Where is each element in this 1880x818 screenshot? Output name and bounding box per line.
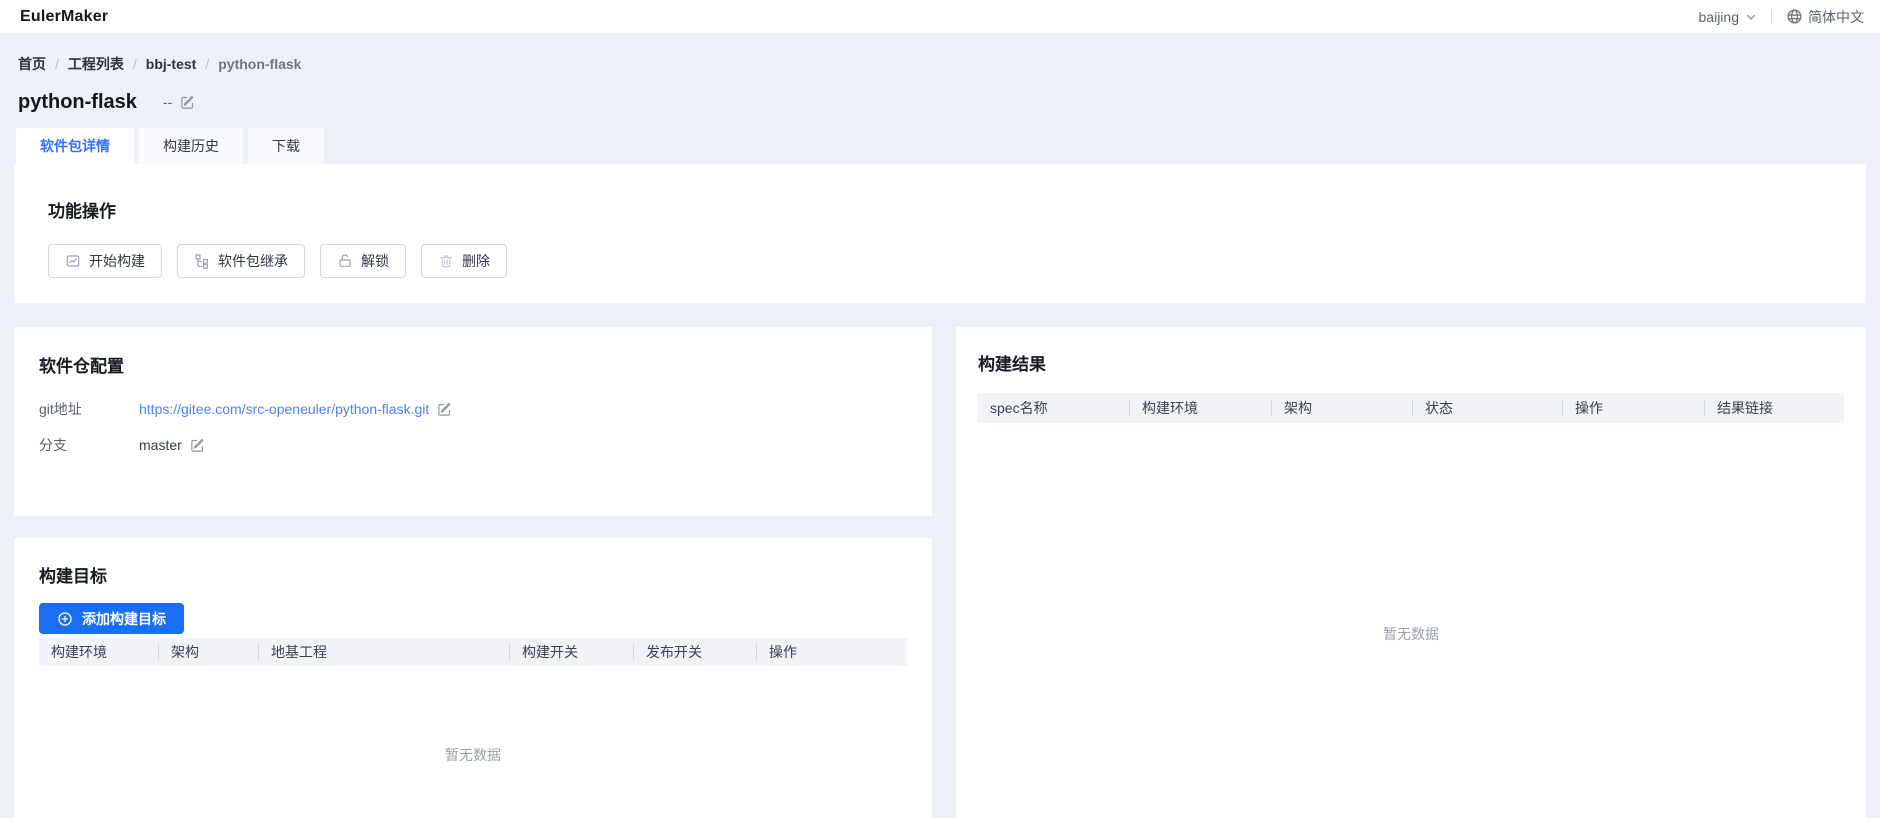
unlock-button[interactable]: 解锁: [320, 244, 406, 278]
start-build-label: 开始构建: [89, 251, 145, 271]
chevron-down-icon: [1745, 11, 1757, 23]
username-label: baijing: [1699, 9, 1739, 25]
delete-label: 删除: [462, 251, 490, 271]
unlock-icon: [337, 253, 353, 269]
actions-heading: 功能操作: [48, 202, 1866, 222]
branch-label: 分支: [39, 437, 139, 454]
title-row: python-flask --: [18, 90, 1880, 114]
trash-icon: [438, 253, 454, 269]
column-header: 发布开关: [634, 642, 757, 662]
breadcrumb-item-project[interactable]: bbj-test: [146, 56, 197, 73]
repo-config-card: 软件仓配置 git地址 https://gitee.com/src-openeu…: [14, 327, 932, 516]
topbar-right: baijing 简体中文: [1699, 7, 1864, 27]
column-header: 结果链接: [1705, 398, 1844, 418]
branch-value: master: [139, 437, 182, 454]
edit-git-url-icon[interactable]: [437, 402, 452, 417]
git-url-link[interactable]: https://gitee.com/src-openeuler/python-f…: [139, 401, 429, 418]
package-inherit-button[interactable]: 软件包继承: [177, 244, 305, 278]
tab-package-details[interactable]: 软件包详情: [16, 128, 134, 164]
language-label: 简体中文: [1808, 7, 1864, 27]
brand-logo: EulerMaker: [20, 8, 108, 26]
breadcrumb-item-home[interactable]: 首页: [18, 56, 46, 73]
column-header: 操作: [1563, 398, 1705, 418]
column-header: spec名称: [978, 398, 1130, 418]
build-targets-card: 构建目标 添加构建目标 构建环境 架构 地基工程 构建开关 发布开关 操作 暂无…: [14, 538, 932, 818]
inherit-icon: [194, 253, 210, 269]
breadcrumb-item-current: python-flask: [218, 56, 301, 73]
page-subtitle: --: [163, 94, 172, 110]
breadcrumb-item-projects[interactable]: 工程列表: [68, 56, 124, 73]
edit-description-icon[interactable]: [180, 95, 195, 110]
page-title: python-flask: [18, 90, 137, 114]
build-results-heading: 构建结果: [978, 355, 1844, 375]
tab-bar: 软件包详情 构建历史 下载: [16, 128, 1880, 164]
column-header: 架构: [159, 642, 259, 662]
language-switcher[interactable]: 简体中文: [1786, 7, 1864, 27]
breadcrumb-separator: /: [55, 56, 59, 73]
column-header: 构建环境: [39, 642, 159, 662]
actions-card: 功能操作 开始构建 软件包继承 解锁 删除: [14, 164, 1866, 303]
left-column: 软件仓配置 git地址 https://gitee.com/src-openeu…: [14, 327, 932, 818]
column-header: 状态: [1413, 398, 1563, 418]
package-inherit-label: 软件包继承: [218, 251, 288, 271]
start-build-button[interactable]: 开始构建: [48, 244, 162, 278]
content-columns: 软件仓配置 git地址 https://gitee.com/src-openeu…: [14, 327, 1866, 818]
start-build-icon: [65, 253, 81, 269]
user-menu[interactable]: baijing: [1699, 9, 1757, 25]
right-column: 构建结果 spec名称 构建环境 架构 状态 操作 结果链接 暂无数据: [956, 327, 1866, 818]
column-header: 地基工程: [259, 642, 510, 662]
column-header: 操作: [757, 642, 907, 662]
circle-plus-icon: [57, 611, 73, 627]
delete-button[interactable]: 删除: [421, 244, 507, 278]
results-empty-text: 暂无数据: [1383, 624, 1439, 644]
results-table-header: spec名称 构建环境 架构 状态 操作 结果链接: [978, 393, 1844, 423]
topbar: EulerMaker baijing 简体中文: [0, 0, 1880, 33]
targets-empty-state: 暂无数据: [39, 666, 907, 818]
actions-button-row: 开始构建 软件包继承 解锁 删除: [48, 244, 1866, 278]
unlock-label: 解锁: [361, 251, 389, 271]
column-header: 构建环境: [1130, 398, 1272, 418]
breadcrumb-separator: /: [205, 56, 209, 73]
add-build-target-button[interactable]: 添加构建目标: [39, 603, 184, 634]
targets-table-header: 构建环境 架构 地基工程 构建开关 发布开关 操作: [39, 638, 907, 666]
tab-build-history[interactable]: 构建历史: [139, 128, 243, 164]
branch-row: 分支 master: [39, 437, 907, 454]
build-results-card: 构建结果 spec名称 构建环境 架构 状态 操作 结果链接 暂无数据: [956, 327, 1866, 818]
results-empty-state: 暂无数据: [978, 423, 1844, 818]
git-url-row: git地址 https://gitee.com/src-openeuler/py…: [39, 401, 907, 418]
breadcrumb: 首页 / 工程列表 / bbj-test / python-flask: [0, 33, 1880, 73]
divider: [1771, 10, 1772, 24]
targets-empty-text: 暂无数据: [445, 745, 501, 765]
column-header: 架构: [1272, 398, 1413, 418]
edit-branch-icon[interactable]: [190, 438, 205, 453]
add-build-target-label: 添加构建目标: [82, 609, 166, 629]
column-header: 构建开关: [510, 642, 634, 662]
git-url-label: git地址: [39, 401, 139, 418]
repo-config-heading: 软件仓配置: [39, 357, 907, 377]
globe-icon: [1786, 8, 1803, 25]
breadcrumb-separator: /: [133, 56, 137, 73]
build-targets-heading: 构建目标: [39, 567, 907, 587]
tab-download[interactable]: 下载: [248, 128, 324, 164]
